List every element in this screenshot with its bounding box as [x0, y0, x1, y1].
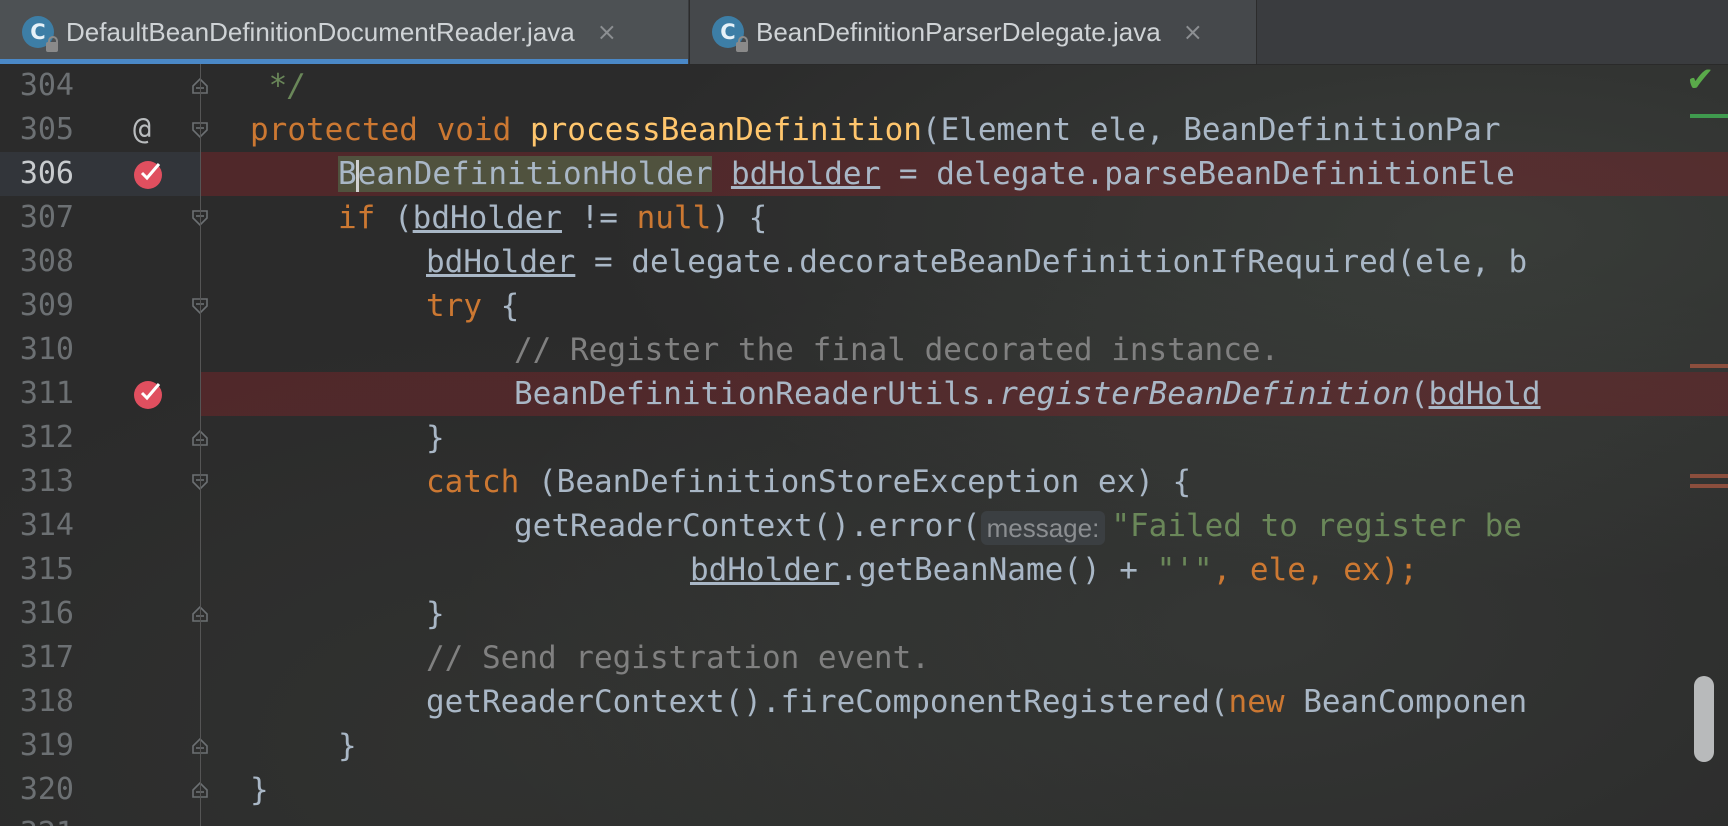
code-line: 315 bdHolder.getBeanName() + "'", ele, e…: [0, 548, 1728, 592]
code-text: getReaderContext().error(message: "Failed…: [514, 508, 1522, 545]
code-text: if (bdHolder != null) {: [338, 200, 768, 236]
code-text: bdHolder = delegate.decorateBeanDefiniti…: [426, 244, 1528, 280]
tab-label: DefaultBeanDefinitionDocumentReader.java: [66, 16, 575, 47]
gutter-divider: [200, 64, 201, 826]
editor-tab-bar: C DefaultBeanDefinitionDocumentReader.ja…: [0, 0, 1728, 65]
code-text: // Register the final decorated instance…: [514, 332, 1280, 368]
line-number: 317: [19, 640, 74, 675]
stripe-marker[interactable]: [1690, 114, 1728, 118]
code-line: 310 // Register the final decorated inst…: [0, 328, 1728, 372]
line-number: 306: [19, 156, 74, 191]
line-number: 320: [19, 772, 74, 807]
stripe-marker[interactable]: [1690, 474, 1728, 478]
line-number: 309: [19, 288, 74, 323]
code-text: getReaderContext().fireComponentRegister…: [426, 684, 1528, 720]
code-text: */: [250, 68, 306, 104]
breakpoint-icon[interactable]: [133, 158, 165, 190]
breakpoint-icon[interactable]: [133, 378, 165, 410]
code-text: }: [338, 728, 357, 764]
code-line: 305 @ protected void processBeanDefiniti…: [0, 108, 1728, 152]
line-number: 305: [19, 112, 74, 147]
tab-default-bean-definition-document-reader[interactable]: C DefaultBeanDefinitionDocumentReader.ja…: [0, 0, 688, 64]
close-icon[interactable]: ×: [597, 18, 617, 46]
class-icon: C: [712, 16, 748, 52]
check-icon[interactable]: ✔: [1686, 60, 1715, 100]
line-number: 319: [19, 728, 74, 763]
line-number: 321: [0, 812, 74, 826]
class-icon: C: [22, 16, 58, 52]
tab-label: BeanDefinitionParserDelegate.java: [756, 16, 1161, 47]
tab-bean-definition-parser-delegate[interactable]: C BeanDefinitionParserDelegate.java ×: [689, 0, 1257, 64]
line-number: 307: [19, 200, 74, 235]
scrollbar-thumb[interactable]: [1694, 676, 1714, 762]
code-line: 319 }: [0, 724, 1728, 768]
code-line: 304 */: [0, 64, 1728, 108]
line-number: 318: [19, 684, 74, 719]
line-number: 304: [19, 68, 74, 103]
line-number: 308: [19, 244, 74, 279]
code-text: catch (BeanDefinitionStoreException ex) …: [426, 464, 1192, 500]
line-number: 314: [19, 508, 74, 543]
parameter-hint: message:: [980, 510, 1106, 545]
code-line-breakpoint: 311 BeanDefinitionReaderUtils.registerBe…: [0, 372, 1728, 416]
line-number: 313: [19, 464, 74, 499]
code-line: 318 getReaderContext().fireComponentRegi…: [0, 680, 1728, 724]
code-text: // Send registration event.: [426, 640, 930, 676]
code-text: }: [250, 772, 269, 808]
code-line: 308 bdHolder = delegate.decorateBeanDefi…: [0, 240, 1728, 284]
code-text: bdHolder.getBeanName() + "'", ele, ex);: [690, 552, 1418, 588]
lock-icon: [736, 36, 748, 52]
code-text: BeanDefinitionHolder bdHolder = delegate…: [338, 156, 1515, 192]
stripe-marker[interactable]: [1690, 364, 1728, 368]
stripe-marker[interactable]: [1690, 484, 1728, 488]
code-text: BeanDefinitionReaderUtils.registerBeanDe…: [514, 376, 1541, 412]
code-line: 313 catch (BeanDefinitionStoreException …: [0, 460, 1728, 504]
code-line: 321: [0, 812, 1728, 826]
line-number: 312: [19, 420, 74, 455]
code-line: 312 }: [0, 416, 1728, 460]
line-number: 316: [19, 596, 74, 631]
line-number: 311: [19, 376, 74, 411]
code-line: 307 if (bdHolder != null) {: [0, 196, 1728, 240]
line-number: 310: [19, 332, 74, 367]
code-line: 317 // Send registration event.: [0, 636, 1728, 680]
code-text: }: [426, 420, 445, 456]
code-line-breakpoint: 306 BeanDefinitionHolder bdHolder = dele…: [0, 152, 1728, 196]
code-line: 316 }: [0, 592, 1728, 636]
code-text: }: [426, 596, 445, 632]
code-line: 314 getReaderContext().error(message: "Fa…: [0, 504, 1728, 548]
line-number: 315: [19, 552, 74, 587]
code-text: try {: [426, 288, 520, 324]
close-icon[interactable]: ×: [1183, 18, 1203, 46]
code-editor[interactable]: 304 */ 305 @ protected void processBeanD…: [0, 60, 1728, 826]
lock-icon: [46, 36, 58, 52]
ide-window: C DefaultBeanDefinitionDocumentReader.ja…: [0, 0, 1728, 826]
code-text: protected void processBeanDefinition(Ele…: [250, 112, 1501, 148]
override-marker[interactable]: @: [133, 108, 151, 152]
code-line: 320 }: [0, 768, 1728, 812]
code-line: 309 try {: [0, 284, 1728, 328]
